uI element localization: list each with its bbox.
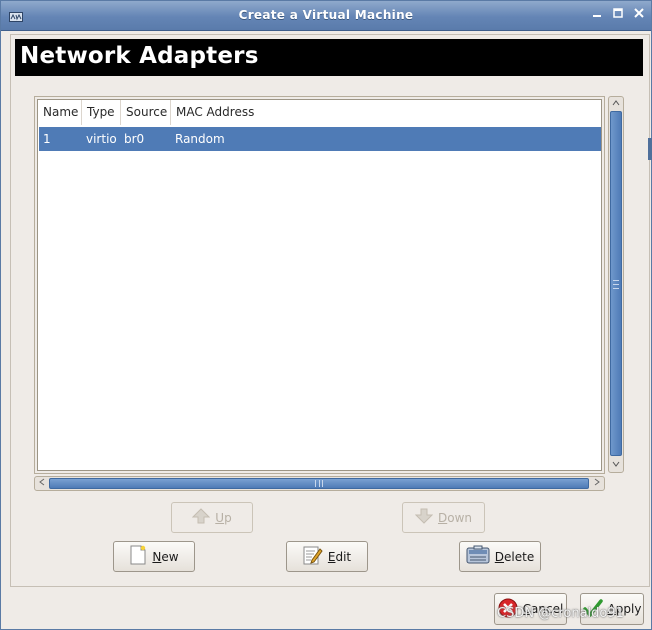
- down-button[interactable]: Down: [402, 502, 485, 533]
- adapter-list-panel: Name Type Source MAC Address 1 virtio br…: [34, 96, 605, 474]
- up-label: p: [224, 510, 232, 525]
- delete-button[interactable]: Delete: [459, 541, 541, 572]
- title-bar[interactable]: Create a Virtual Machine: [1, 1, 651, 31]
- table-row[interactable]: 1 virtio br0 Random: [39, 127, 601, 151]
- cancel-mnemonic: C: [522, 602, 532, 616]
- edit-button[interactable]: Edit: [286, 541, 368, 572]
- new-document-icon: [129, 545, 147, 568]
- page-header: Network Adapters: [15, 39, 643, 76]
- apply-button[interactable]: Apply: [580, 593, 644, 625]
- arrow-down-icon: [414, 508, 434, 527]
- edit-pencil-icon: [303, 545, 323, 568]
- cell-type: virtio: [86, 132, 117, 146]
- scroll-right-arrow-icon[interactable]: [591, 478, 603, 489]
- window-edge-marker: [648, 138, 652, 160]
- grip-icon: [315, 480, 323, 487]
- minimize-icon[interactable]: [589, 7, 605, 23]
- column-header-mac-address[interactable]: MAC Address: [171, 100, 371, 125]
- dialog-window: Create a Virtual Machine Network Adapter…: [0, 0, 652, 630]
- column-header-type[interactable]: Type: [82, 100, 121, 125]
- vertical-scroll-thumb[interactable]: [610, 111, 622, 456]
- cell-source: br0: [124, 132, 145, 146]
- adapter-list[interactable]: Name Type Source MAC Address 1 virtio br…: [37, 99, 602, 471]
- new-label: ew: [161, 549, 179, 564]
- grip-icon: [613, 280, 619, 289]
- cancel-icon: [498, 598, 518, 621]
- page-title: Network Adapters: [20, 43, 259, 69]
- delete-mnemonic: D: [494, 549, 505, 564]
- cell-name: 1: [43, 132, 51, 146]
- maximize-icon[interactable]: [610, 7, 626, 23]
- close-icon[interactable]: [631, 7, 647, 23]
- column-header-source[interactable]: Source: [121, 100, 171, 125]
- horizontal-scroll-thumb[interactable]: [49, 478, 589, 489]
- down-label: own: [447, 510, 472, 525]
- apply-mnemonic: A: [607, 602, 616, 616]
- apply-check-icon: [582, 598, 603, 621]
- window-title: Create a Virtual Machine: [238, 8, 414, 22]
- arrow-up-icon: [192, 508, 211, 527]
- down-mnemonic: D: [437, 510, 448, 525]
- vertical-scrollbar[interactable]: [608, 96, 624, 473]
- new-button[interactable]: New: [113, 541, 195, 572]
- edit-label: dit: [335, 549, 352, 564]
- column-header-name[interactable]: Name: [38, 100, 82, 125]
- apply-label: pply: [615, 602, 642, 616]
- scroll-left-arrow-icon[interactable]: [36, 478, 48, 489]
- cell-mac-address: Random: [175, 132, 225, 146]
- content-frame: Network Adapters Name Type Source MAC Ad…: [10, 34, 650, 587]
- scroll-down-arrow-icon[interactable]: [610, 459, 622, 471]
- up-mnemonic: U: [215, 510, 225, 525]
- up-button[interactable]: Up: [171, 502, 253, 533]
- cancel-label: ancel: [531, 602, 564, 616]
- cancel-button[interactable]: Cancel: [494, 593, 567, 625]
- horizontal-scrollbar[interactable]: [34, 476, 605, 491]
- delete-label: elete: [504, 549, 535, 564]
- scroll-up-arrow-icon[interactable]: [610, 98, 622, 110]
- delete-icon: [466, 545, 490, 568]
